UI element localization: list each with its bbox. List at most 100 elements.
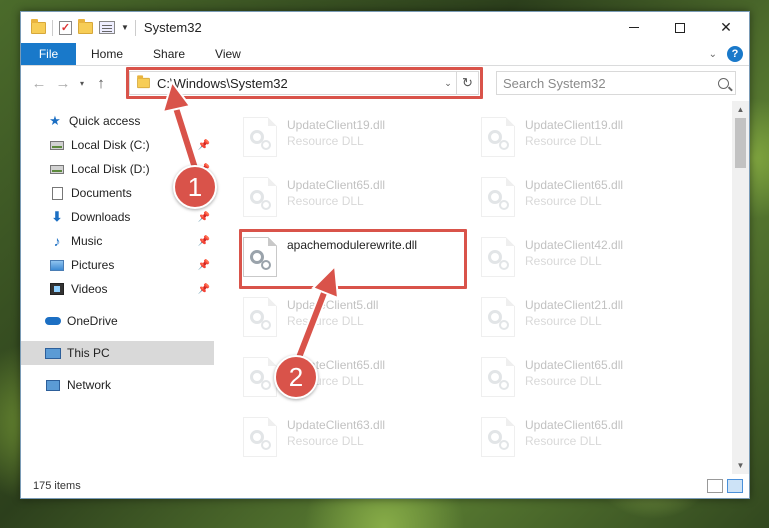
file-type: Resource DLL	[525, 314, 602, 328]
file-type: Resource DLL	[525, 434, 602, 448]
file-name: UpdateClient19.dll	[525, 118, 624, 132]
search-input[interactable]: Search System32	[496, 71, 736, 95]
file-item[interactable]: UpdateClient19.dll Resource DLL	[237, 111, 467, 167]
scrollbar-thumb[interactable]	[735, 118, 746, 168]
file-item[interactable]: UpdateClient19.dll Resource DLL	[475, 111, 705, 167]
main-content: ★ Quick access Local Disk (C:) 📌 Local D…	[21, 101, 749, 474]
file-type: Resource DLL	[287, 134, 364, 148]
refresh-icon[interactable]: ↻	[456, 72, 478, 94]
sidebar-item-label: Videos	[71, 282, 108, 296]
minimize-button[interactable]	[611, 12, 657, 43]
computer-icon	[45, 346, 61, 360]
address-bar[interactable]: C:\Windows\System32 ⌄ ↻	[129, 71, 479, 95]
status-bar: 175 items	[21, 474, 749, 498]
pin-icon[interactable]: 📌	[198, 212, 210, 223]
callout-badge-one: 1	[173, 165, 217, 209]
file-name: UpdateClient42.dll	[525, 238, 624, 252]
maximize-button[interactable]	[657, 12, 703, 43]
file-item-apachemodulerewrite[interactable]: apachemodulerewrite.dll	[237, 231, 467, 287]
file-item[interactable]: UpdateClient21.dll Resource DLL	[475, 291, 705, 347]
file-name: UpdateClient63.dll	[287, 418, 386, 432]
dll-file-icon	[243, 237, 277, 277]
title-bar: ✓ ▼ System32 ✕	[21, 12, 749, 43]
sidebar-item-label: Local Disk (D:)	[71, 162, 150, 176]
sidebar-item-label: Pictures	[71, 258, 115, 272]
sidebar-item-label: This PC	[67, 346, 110, 360]
pin-icon[interactable]: 📌	[198, 284, 210, 295]
forward-arrow-icon[interactable]: →	[51, 75, 75, 92]
file-item[interactable]: UpdateClient5.dll Resource DLL	[237, 291, 467, 347]
sidebar-item-local-disk-c[interactable]: Local Disk (C:) 📌	[21, 133, 214, 157]
file-name: UpdateClient5.dll	[287, 298, 379, 312]
tab-home[interactable]: Home	[76, 43, 138, 65]
file-item[interactable]: UpdateClient65.dll Resource DLL	[475, 411, 705, 467]
search-icon[interactable]	[718, 77, 729, 89]
sidebar-item-label: OneDrive	[67, 314, 118, 328]
file-item[interactable]: UpdateClient63.dll Resource DLL	[237, 411, 467, 467]
toolbar-separator	[134, 19, 136, 36]
customize-toolbar-dropdown-icon[interactable]: ▼	[121, 23, 129, 32]
sidebar-item-label: Local Disk (C:)	[71, 138, 150, 152]
up-arrow-icon[interactable]: ↑	[89, 75, 113, 92]
address-dropdown-icon[interactable]: ⌄	[440, 78, 456, 89]
folder-icon	[137, 75, 150, 89]
view-toggle	[707, 479, 743, 493]
dll-file-icon	[481, 117, 515, 157]
tab-view[interactable]: View	[200, 43, 256, 65]
pin-icon[interactable]: 📌	[198, 236, 210, 247]
close-button[interactable]: ✕	[703, 12, 749, 43]
file-item[interactable]: UpdateClient65.dll Resource DLL	[475, 351, 705, 407]
folder-icon	[31, 18, 46, 34]
sidebar-item-downloads[interactable]: ⬇ Downloads 📌	[21, 205, 214, 229]
hard-drive-icon	[49, 138, 65, 152]
sidebar-item-pictures[interactable]: Pictures 📌	[21, 253, 214, 277]
file-item[interactable]: UpdateClient65.dll Resource DLL	[475, 171, 705, 227]
sidebar-item-label: Network	[67, 378, 112, 392]
sidebar-item-this-pc[interactable]: This PC	[21, 341, 214, 365]
callout-badge-two: 2	[274, 355, 318, 399]
downloads-icon: ⬇	[51, 209, 63, 224]
search-placeholder: Search System32	[503, 75, 606, 91]
recent-locations-dropdown-icon[interactable]: ▾	[75, 79, 89, 88]
sidebar-item-onedrive[interactable]: OneDrive	[21, 309, 214, 333]
file-type: Resource DLL	[287, 434, 364, 448]
navigation-bar: ← → ▾ ↑ C:\Windows\System32 ⌄ ↻ Search S…	[21, 66, 749, 100]
large-icons-view-icon[interactable]	[727, 479, 743, 493]
details-view-icon[interactable]	[707, 479, 723, 493]
sidebar-item-network[interactable]: Network	[21, 373, 214, 397]
file-name: UpdateClient65.dll	[525, 178, 624, 192]
properties-icon[interactable]	[99, 21, 115, 34]
file-type: Resource DLL	[287, 194, 364, 208]
new-folder-icon[interactable]	[78, 18, 93, 34]
dll-file-icon	[243, 177, 277, 217]
tab-share[interactable]: Share	[138, 43, 200, 65]
properties-check-icon[interactable]: ✓	[59, 20, 72, 35]
scroll-up-icon[interactable]: ▲	[732, 101, 749, 118]
file-name: apachemodulerewrite.dll	[287, 238, 418, 252]
music-icon: ♪	[53, 233, 61, 249]
pin-icon[interactable]: 📌	[198, 260, 210, 271]
vertical-scrollbar[interactable]: ▲ ▼	[732, 101, 749, 474]
tab-file[interactable]: File	[21, 43, 76, 65]
file-type: Resource DLL	[525, 134, 602, 148]
item-count: 175 items	[33, 480, 81, 492]
sidebar-item-music[interactable]: ♪ Music 📌	[21, 229, 214, 253]
sidebar-item-videos[interactable]: Videos 📌	[21, 277, 214, 301]
help-icon[interactable]: ?	[727, 46, 743, 62]
back-arrow-icon[interactable]: ←	[27, 75, 51, 92]
file-type: Resource DLL	[287, 314, 364, 328]
pin-icon[interactable]: 📌	[198, 140, 210, 151]
file-item[interactable]: UpdateClient42.dll Resource DLL	[475, 231, 705, 287]
sidebar-item-label: Quick access	[69, 114, 141, 128]
maximize-icon	[675, 22, 685, 33]
sidebar-item-quick-access[interactable]: ★ Quick access	[21, 109, 214, 133]
star-icon: ★	[49, 113, 61, 128]
file-item[interactable]: UpdateClient65.dll Resource DLL	[237, 351, 467, 407]
dll-file-icon	[481, 297, 515, 337]
file-item[interactable]: UpdateClient65.dll Resource DLL	[237, 171, 467, 227]
file-explorer-window: ✓ ▼ System32 ✕ File Home Share View ⌄ ? …	[20, 11, 750, 499]
file-type: Resource DLL	[525, 254, 602, 268]
expand-ribbon-chevron-icon[interactable]: ⌄	[709, 49, 717, 60]
scroll-down-icon[interactable]: ▼	[732, 457, 749, 474]
address-path[interactable]: C:\Windows\System32	[157, 76, 440, 91]
